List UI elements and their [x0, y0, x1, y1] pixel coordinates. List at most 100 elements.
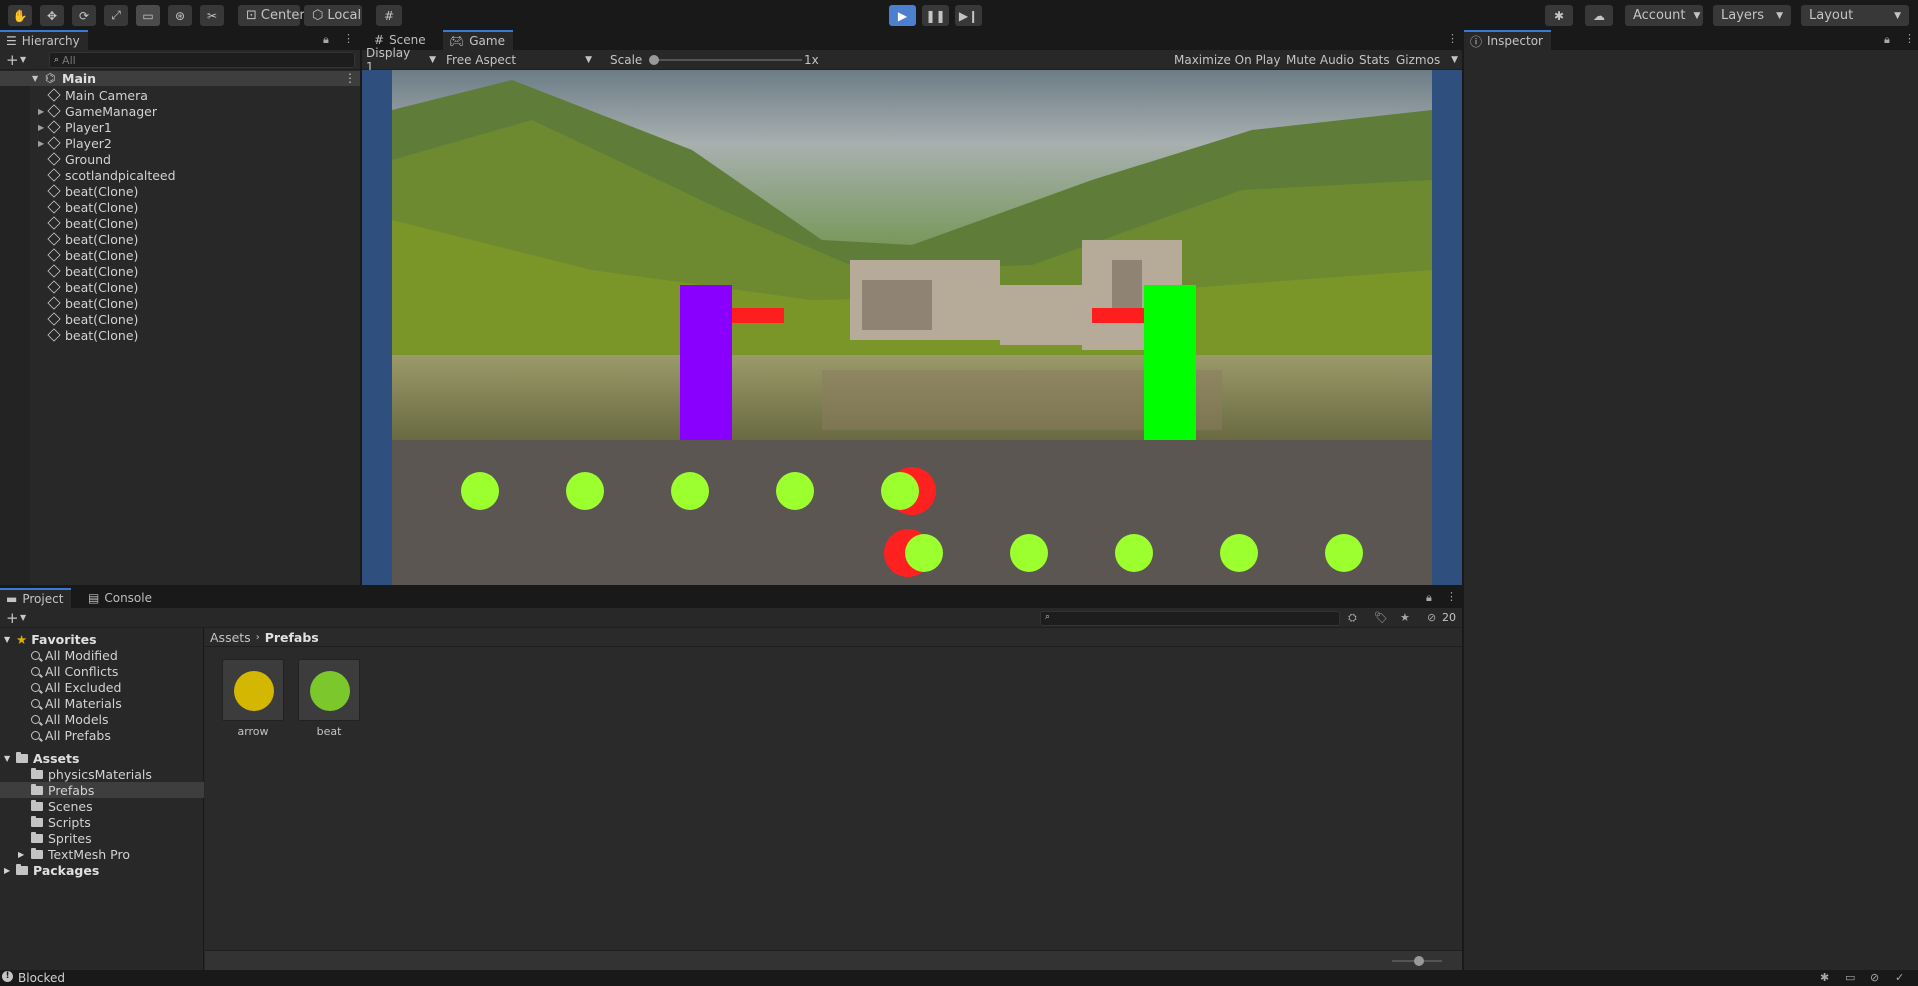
project-search-input[interactable]: ⌕ [1040, 611, 1340, 626]
move-tool-icon[interactable]: ✥ [40, 5, 64, 26]
hierarchy-item[interactable]: ▶ Player1 [38, 119, 112, 135]
asset-folder[interactable]: Prefabs [0, 782, 204, 798]
star-icon[interactable]: ★ [1400, 611, 1410, 624]
debug-icon[interactable]: ✱ [1820, 971, 1829, 984]
layout-dropdown[interactable]: Layout ▼ [1801, 5, 1909, 26]
scale-tool-icon[interactable]: ⤢ [104, 5, 128, 26]
hierarchy-item[interactable]: ▶ Player2 [38, 135, 112, 151]
tab-inspector[interactable]: ⓘ Inspector [1464, 30, 1551, 50]
prefab-asset[interactable]: beat [298, 659, 360, 738]
add-icon[interactable]: + [6, 609, 19, 627]
hierarchy-item[interactable]: beat(Clone) [47, 215, 138, 231]
hierarchy-item[interactable]: beat(Clone) [47, 199, 138, 215]
favorite-item[interactable]: All Prefabs [31, 727, 111, 743]
transform-tool-icon[interactable]: ⊛ [168, 5, 192, 26]
display-dropdown[interactable]: Display 1 ▼ [362, 46, 440, 74]
hidden-packages-icon[interactable]: ⊘ [1427, 611, 1436, 624]
assets-header[interactable]: ▼ Assets [4, 750, 79, 766]
stats-toggle[interactable]: Stats [1355, 50, 1394, 70]
scene-header-row[interactable]: ▼ ⌬ Main ⋮ [0, 71, 360, 86]
mute-audio-toggle[interactable]: Mute Audio [1282, 50, 1358, 70]
asset-folder[interactable]: Scripts [31, 814, 91, 830]
asset-folder[interactable]: ▶ TextMesh Pro [18, 846, 130, 862]
hierarchy-item[interactable]: beat(Clone) [47, 183, 138, 199]
lock-icon[interactable]: 🔒︎ [1884, 33, 1890, 47]
asset-folder[interactable]: Scenes [31, 798, 93, 814]
packages-header[interactable]: ▶ Packages [4, 862, 99, 878]
aspect-dropdown[interactable]: Free Aspect ▼ [442, 50, 596, 70]
favorites-header[interactable]: ▼ ★ Favorites [4, 631, 97, 647]
play-button[interactable]: ▶ [889, 5, 916, 26]
cloud-icon[interactable]: ☁ [1585, 5, 1613, 26]
favorite-item[interactable]: All Excluded [31, 679, 121, 695]
hierarchy-item[interactable]: scotlandpicalteed [47, 167, 176, 183]
account-dropdown[interactable]: Account ▼ [1625, 5, 1703, 26]
grid-snap-icon[interactable]: # [376, 5, 402, 26]
hierarchy-item[interactable]: ▶ GameManager [38, 103, 157, 119]
gizmos-dropdown[interactable]: Gizmos ▼ [1392, 50, 1462, 70]
hierarchy-item-label: beat(Clone) [65, 263, 139, 279]
more-options-icon[interactable]: ⋮ [343, 32, 354, 45]
more-options-icon[interactable]: ⋮ [1446, 590, 1457, 603]
tab-hierarchy[interactable]: ☰ Hierarchy [0, 30, 88, 50]
more-options-icon[interactable]: ⋮ [1447, 32, 1458, 45]
tab-project[interactable]: ▬ Project [0, 588, 72, 608]
chevron-down-icon[interactable]: ▼ [4, 635, 16, 644]
icon-size-slider[interactable] [1392, 956, 1442, 966]
breadcrumb-prefabs[interactable]: Prefabs [265, 630, 319, 645]
rect-tool-icon[interactable]: ▭ [136, 5, 160, 26]
breadcrumb-assets[interactable]: Assets [210, 630, 251, 645]
hierarchy-item[interactable]: beat(Clone) [47, 247, 138, 263]
hierarchy-item[interactable]: Main Camera [47, 87, 148, 103]
favorite-item[interactable]: All Modified [31, 647, 118, 663]
hierarchy-item[interactable]: Ground [47, 151, 111, 167]
chevron-down-icon[interactable]: ▼ [4, 754, 16, 763]
graphics-icon[interactable]: ▭ [1845, 971, 1855, 984]
pause-button[interactable]: ❚❚ [922, 5, 949, 26]
favorite-item[interactable]: All Materials [31, 695, 122, 711]
hierarchy-item[interactable]: beat(Clone) [47, 279, 138, 295]
step-button[interactable]: ▶❙ [955, 5, 982, 26]
label-tag-icon[interactable]: 🏷︎ [1374, 611, 1388, 624]
custom-tool-icon[interactable]: ✂ [200, 5, 224, 26]
scale-slider[interactable] [649, 55, 802, 65]
favorite-item[interactable]: All Conflicts [31, 663, 118, 679]
progress-check-icon[interactable]: ✓ [1895, 971, 1904, 984]
chevron-down-icon[interactable]: ▼ [20, 613, 26, 622]
asset-folder[interactable]: Sprites [31, 830, 92, 846]
prefab-asset[interactable]: arrow [222, 659, 284, 738]
add-icon[interactable]: + [6, 51, 19, 69]
space-local-button[interactable]: ⬡ Local [304, 5, 362, 26]
slider-thumb[interactable] [649, 55, 659, 65]
chevron-down-icon[interactable]: ▼ [20, 55, 26, 64]
more-options-icon[interactable]: ⋮ [344, 71, 356, 85]
asset-folder[interactable]: physicsMaterials [31, 766, 152, 782]
hierarchy-item[interactable]: beat(Clone) [47, 327, 138, 343]
lock-icon[interactable]: 🔒︎ [323, 33, 329, 47]
hierarchy-item[interactable]: beat(Clone) [47, 311, 138, 327]
pivot-center-button[interactable]: ⊡ Center [238, 5, 305, 26]
collab-icon[interactable]: ✱ [1545, 5, 1573, 26]
hierarchy-search-input[interactable]: ⌕ All [49, 52, 355, 68]
tab-game[interactable]: 🎮︎ Game [443, 30, 513, 50]
rotate-tool-icon[interactable]: ⟳ [72, 5, 96, 26]
chevron-right-icon: › [255, 631, 260, 643]
chevron-down-icon[interactable]: ▼ [32, 74, 38, 83]
chevron-right-icon[interactable]: ▶ [18, 850, 31, 859]
gameobject-icon [47, 248, 61, 262]
chevron-right-icon[interactable]: ▶ [4, 866, 16, 875]
favorite-item[interactable]: All Models [31, 711, 109, 727]
hand-tool-icon[interactable]: ✋ [8, 5, 32, 26]
tab-console[interactable]: ▤ Console [82, 588, 160, 608]
layers-dropdown[interactable]: Layers ▼ [1713, 5, 1791, 26]
filter-type-icon[interactable]: ⛭ [1348, 611, 1357, 625]
maximize-on-play-toggle[interactable]: Maximize On Play [1170, 50, 1285, 70]
hierarchy-item[interactable]: beat(Clone) [47, 263, 139, 279]
hierarchy-item[interactable]: beat(Clone) [47, 295, 138, 311]
hierarchy-item[interactable]: beat(Clone) [47, 231, 138, 247]
lock-icon[interactable]: 🔒︎ [1426, 591, 1432, 605]
game-viewport[interactable] [362, 70, 1462, 585]
more-options-icon[interactable]: ⋮ [1904, 32, 1915, 45]
network-icon[interactable]: ⊘ [1870, 971, 1879, 984]
slider-thumb[interactable] [1414, 956, 1424, 966]
